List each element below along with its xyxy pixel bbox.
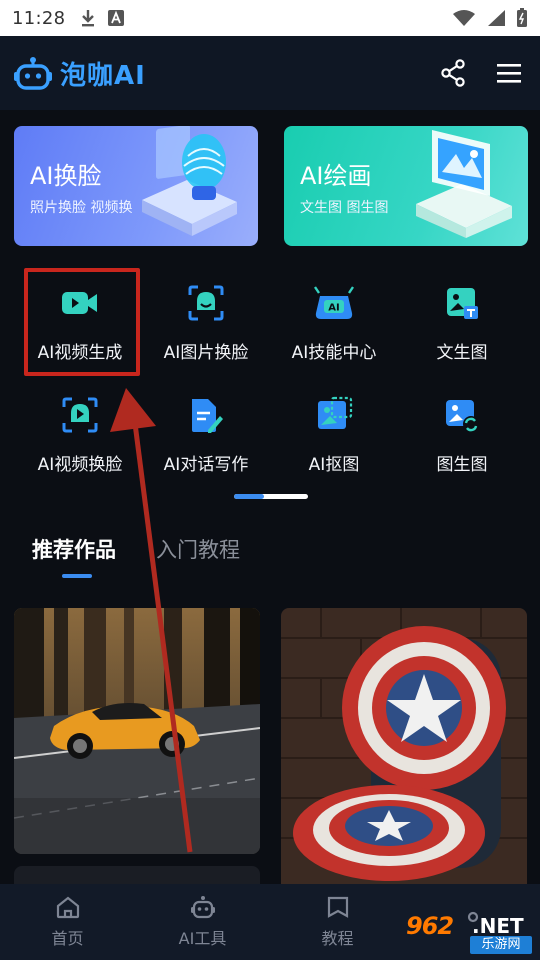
nav-label: 首页 bbox=[51, 929, 84, 948]
nav-ai-tools[interactable]: AI工具 bbox=[135, 884, 270, 960]
signal-icon bbox=[488, 10, 505, 26]
tool-label: AI抠图 bbox=[308, 455, 360, 475]
home-icon bbox=[56, 896, 79, 919]
tool-ai-image-face-swap[interactable]: AI图片换脸 bbox=[142, 270, 270, 370]
tab-indicator bbox=[62, 574, 92, 578]
banner-ai-face-swap[interactable]: AI换脸 照片换脸 视频换 bbox=[14, 126, 258, 246]
tab-recommended[interactable]: 推荐作品 bbox=[32, 534, 116, 564]
page-indicator bbox=[234, 494, 308, 499]
document-pen-icon bbox=[192, 399, 223, 433]
tool-image-to-image[interactable]: 图生图 bbox=[398, 382, 526, 482]
tool-text-to-image[interactable]: 文生图 bbox=[398, 270, 526, 370]
painting-canvas-illustration-icon bbox=[416, 130, 512, 238]
nav-tutorials[interactable]: 教程 bbox=[270, 884, 405, 960]
tab-tutorials[interactable]: 入门教程 bbox=[156, 534, 240, 564]
ai-hub-icon: AI bbox=[314, 286, 354, 319]
video-face-icon bbox=[62, 397, 98, 433]
app-header: 泡咖AI bbox=[0, 36, 540, 110]
robot-logo-icon bbox=[14, 57, 52, 90]
status-bar: 11:28 bbox=[0, 0, 540, 36]
status-time: 11:28 bbox=[12, 7, 66, 29]
tool-ai-video-face-swap[interactable]: AI视频换脸 bbox=[16, 382, 144, 482]
tool-label: 文生图 bbox=[436, 343, 488, 363]
page-indicator-active bbox=[234, 494, 264, 499]
watermark-site: 乐游网 bbox=[470, 936, 532, 954]
face-scan-illustration-icon bbox=[142, 126, 237, 236]
svg-text:AI: AI bbox=[328, 303, 339, 314]
work-card-sports-car[interactable] bbox=[14, 608, 260, 854]
watermark-number: 962 bbox=[406, 912, 454, 940]
highlight-box bbox=[24, 268, 140, 376]
tool-ai-chat-writing[interactable]: AI对话写作 bbox=[142, 382, 270, 482]
sports-car-image bbox=[14, 608, 260, 854]
app-a-icon bbox=[108, 10, 125, 26]
tool-label: AI技能中心 bbox=[291, 343, 377, 363]
robot-icon bbox=[190, 896, 215, 919]
brand: 泡咖AI bbox=[14, 55, 146, 92]
book-icon bbox=[327, 896, 348, 918]
tool-ai-skill-center[interactable]: AI AI技能中心 bbox=[270, 270, 398, 370]
tool-ai-cutout[interactable]: AI抠图 bbox=[270, 382, 398, 482]
tool-label: AI视频换脸 bbox=[37, 455, 123, 475]
share-icon[interactable] bbox=[440, 59, 466, 87]
nav-label: 教程 bbox=[321, 929, 354, 948]
watermark: 962 .NET 乐游网 bbox=[400, 910, 534, 956]
tool-label: 图生图 bbox=[436, 455, 488, 475]
cutout-icon bbox=[318, 396, 353, 429]
wifi-icon bbox=[453, 10, 475, 26]
text-to-image-icon bbox=[447, 288, 478, 319]
nav-label: AI工具 bbox=[178, 929, 227, 948]
face-scan-icon bbox=[188, 285, 224, 321]
watermark-suffix: .NET bbox=[472, 914, 524, 938]
banner-ai-painting[interactable]: AI绘画 文生图 图生图 bbox=[284, 126, 528, 246]
shield-toilet-image bbox=[281, 608, 527, 898]
menu-icon[interactable] bbox=[496, 62, 522, 84]
app-name: 泡咖AI bbox=[60, 60, 146, 91]
image-to-image-icon bbox=[446, 400, 479, 432]
work-card-shield-toilet[interactable] bbox=[281, 608, 527, 898]
tool-label: AI对话写作 bbox=[163, 455, 249, 475]
nav-home[interactable]: 首页 bbox=[0, 884, 135, 960]
download-icon bbox=[82, 10, 95, 27]
battery-icon bbox=[517, 8, 527, 27]
tool-label: AI图片换脸 bbox=[163, 343, 249, 363]
